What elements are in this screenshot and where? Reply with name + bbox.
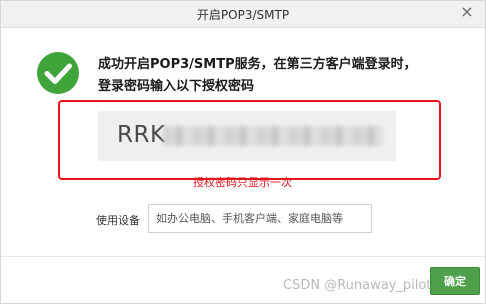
device-label: 使用设备 bbox=[96, 214, 140, 227]
pop3-smtp-dialog: 开启POP3/SMTP × 成功开启POP3/SMTP服务，在第三方客户端登录时… bbox=[0, 0, 486, 304]
device-input[interactable] bbox=[148, 204, 372, 233]
close-icon[interactable]: × bbox=[459, 4, 475, 20]
dialog-title: 开启POP3/SMTP bbox=[196, 8, 290, 22]
auth-code: RRK bbox=[117, 122, 166, 148]
confirm-button[interactable]: 确定 bbox=[430, 267, 480, 295]
dialog-titlebar: 开启POP3/SMTP × bbox=[1, 1, 485, 28]
check-circle-icon bbox=[36, 51, 80, 95]
success-message: 成功开启POP3/SMTP服务，在第三方客户端登录时，登录密码输入以下授权密码 bbox=[98, 57, 417, 94]
auth-code-hint: 授权密码只显示一次 bbox=[193, 176, 292, 189]
footer-divider bbox=[1, 256, 485, 257]
watermark: CSDN @Runaway_pilot bbox=[283, 278, 432, 293]
auth-code-box: RRK bbox=[98, 111, 396, 161]
auth-code-blur-mask bbox=[163, 126, 383, 146]
